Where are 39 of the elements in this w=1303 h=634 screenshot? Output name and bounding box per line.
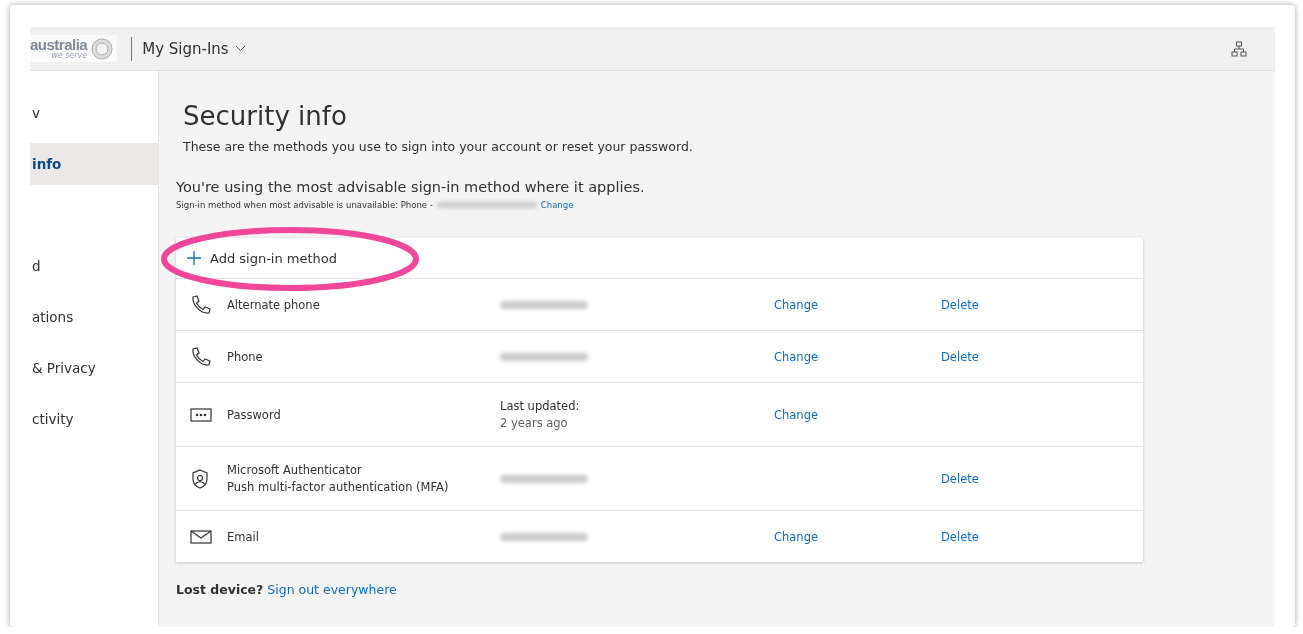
delete-link[interactable]: Delete [941,529,979,544]
delete-link[interactable]: Delete [941,471,979,486]
sidebar-item[interactable]: v [30,92,158,134]
organization-icon[interactable] [1231,40,1247,57]
delete-link[interactable]: Delete [941,297,979,312]
page-subtitle: These are the methods you use to sign into your account or reset your password. [183,139,694,154]
advisory-text: You're using the most advisable sign-in method where it applies. [176,179,646,195]
fallback-text: Sign-in method when most advisable is unavailable: Phone - [176,200,433,210]
password-icon [190,406,212,423]
lost-device-text: Lost device? Sign out everywhere [176,582,398,597]
method-name: Alternate phone [227,297,321,312]
plus-icon [186,250,202,266]
sidebar-item[interactable]: ations [30,296,158,338]
change-link[interactable]: Change [774,529,819,544]
phone-icon [190,294,212,315]
email-icon [190,528,212,545]
change-link[interactable]: Change [774,407,819,422]
change-link[interactable]: Change [774,297,819,312]
sidebar-item[interactable]: d [30,245,158,287]
authenticator-icon [190,468,210,489]
delete-link[interactable]: Delete [941,349,979,364]
sidebar-item[interactable]: & Privacy [30,347,158,389]
method-name: Phone [227,349,264,364]
method-name: Email [227,529,260,544]
sign-out-everywhere-link[interactable]: Sign out everywhere [267,582,397,597]
change-link[interactable]: Change [540,200,574,210]
sidebar-item[interactable]: ctivity [30,398,158,440]
page-title: Security info [183,101,348,131]
method-name: Password [227,407,282,422]
change-link[interactable]: Change [774,349,819,364]
method-name: Microsoft Authenticator Push multi-factor authentication (MFA) [227,463,450,494]
phone-icon [190,346,212,367]
app-title-dropdown[interactable]: My Sign-Ins [142,39,246,58]
sidebar-item[interactable]: info [30,143,158,185]
chevron-down-icon [234,45,246,52]
logo-tagline: we serve [51,52,88,60]
method-detail: 2 years ago [500,416,569,430]
logo-wordmark: australia [30,37,88,52]
method-detail: Last updated: [500,399,581,413]
